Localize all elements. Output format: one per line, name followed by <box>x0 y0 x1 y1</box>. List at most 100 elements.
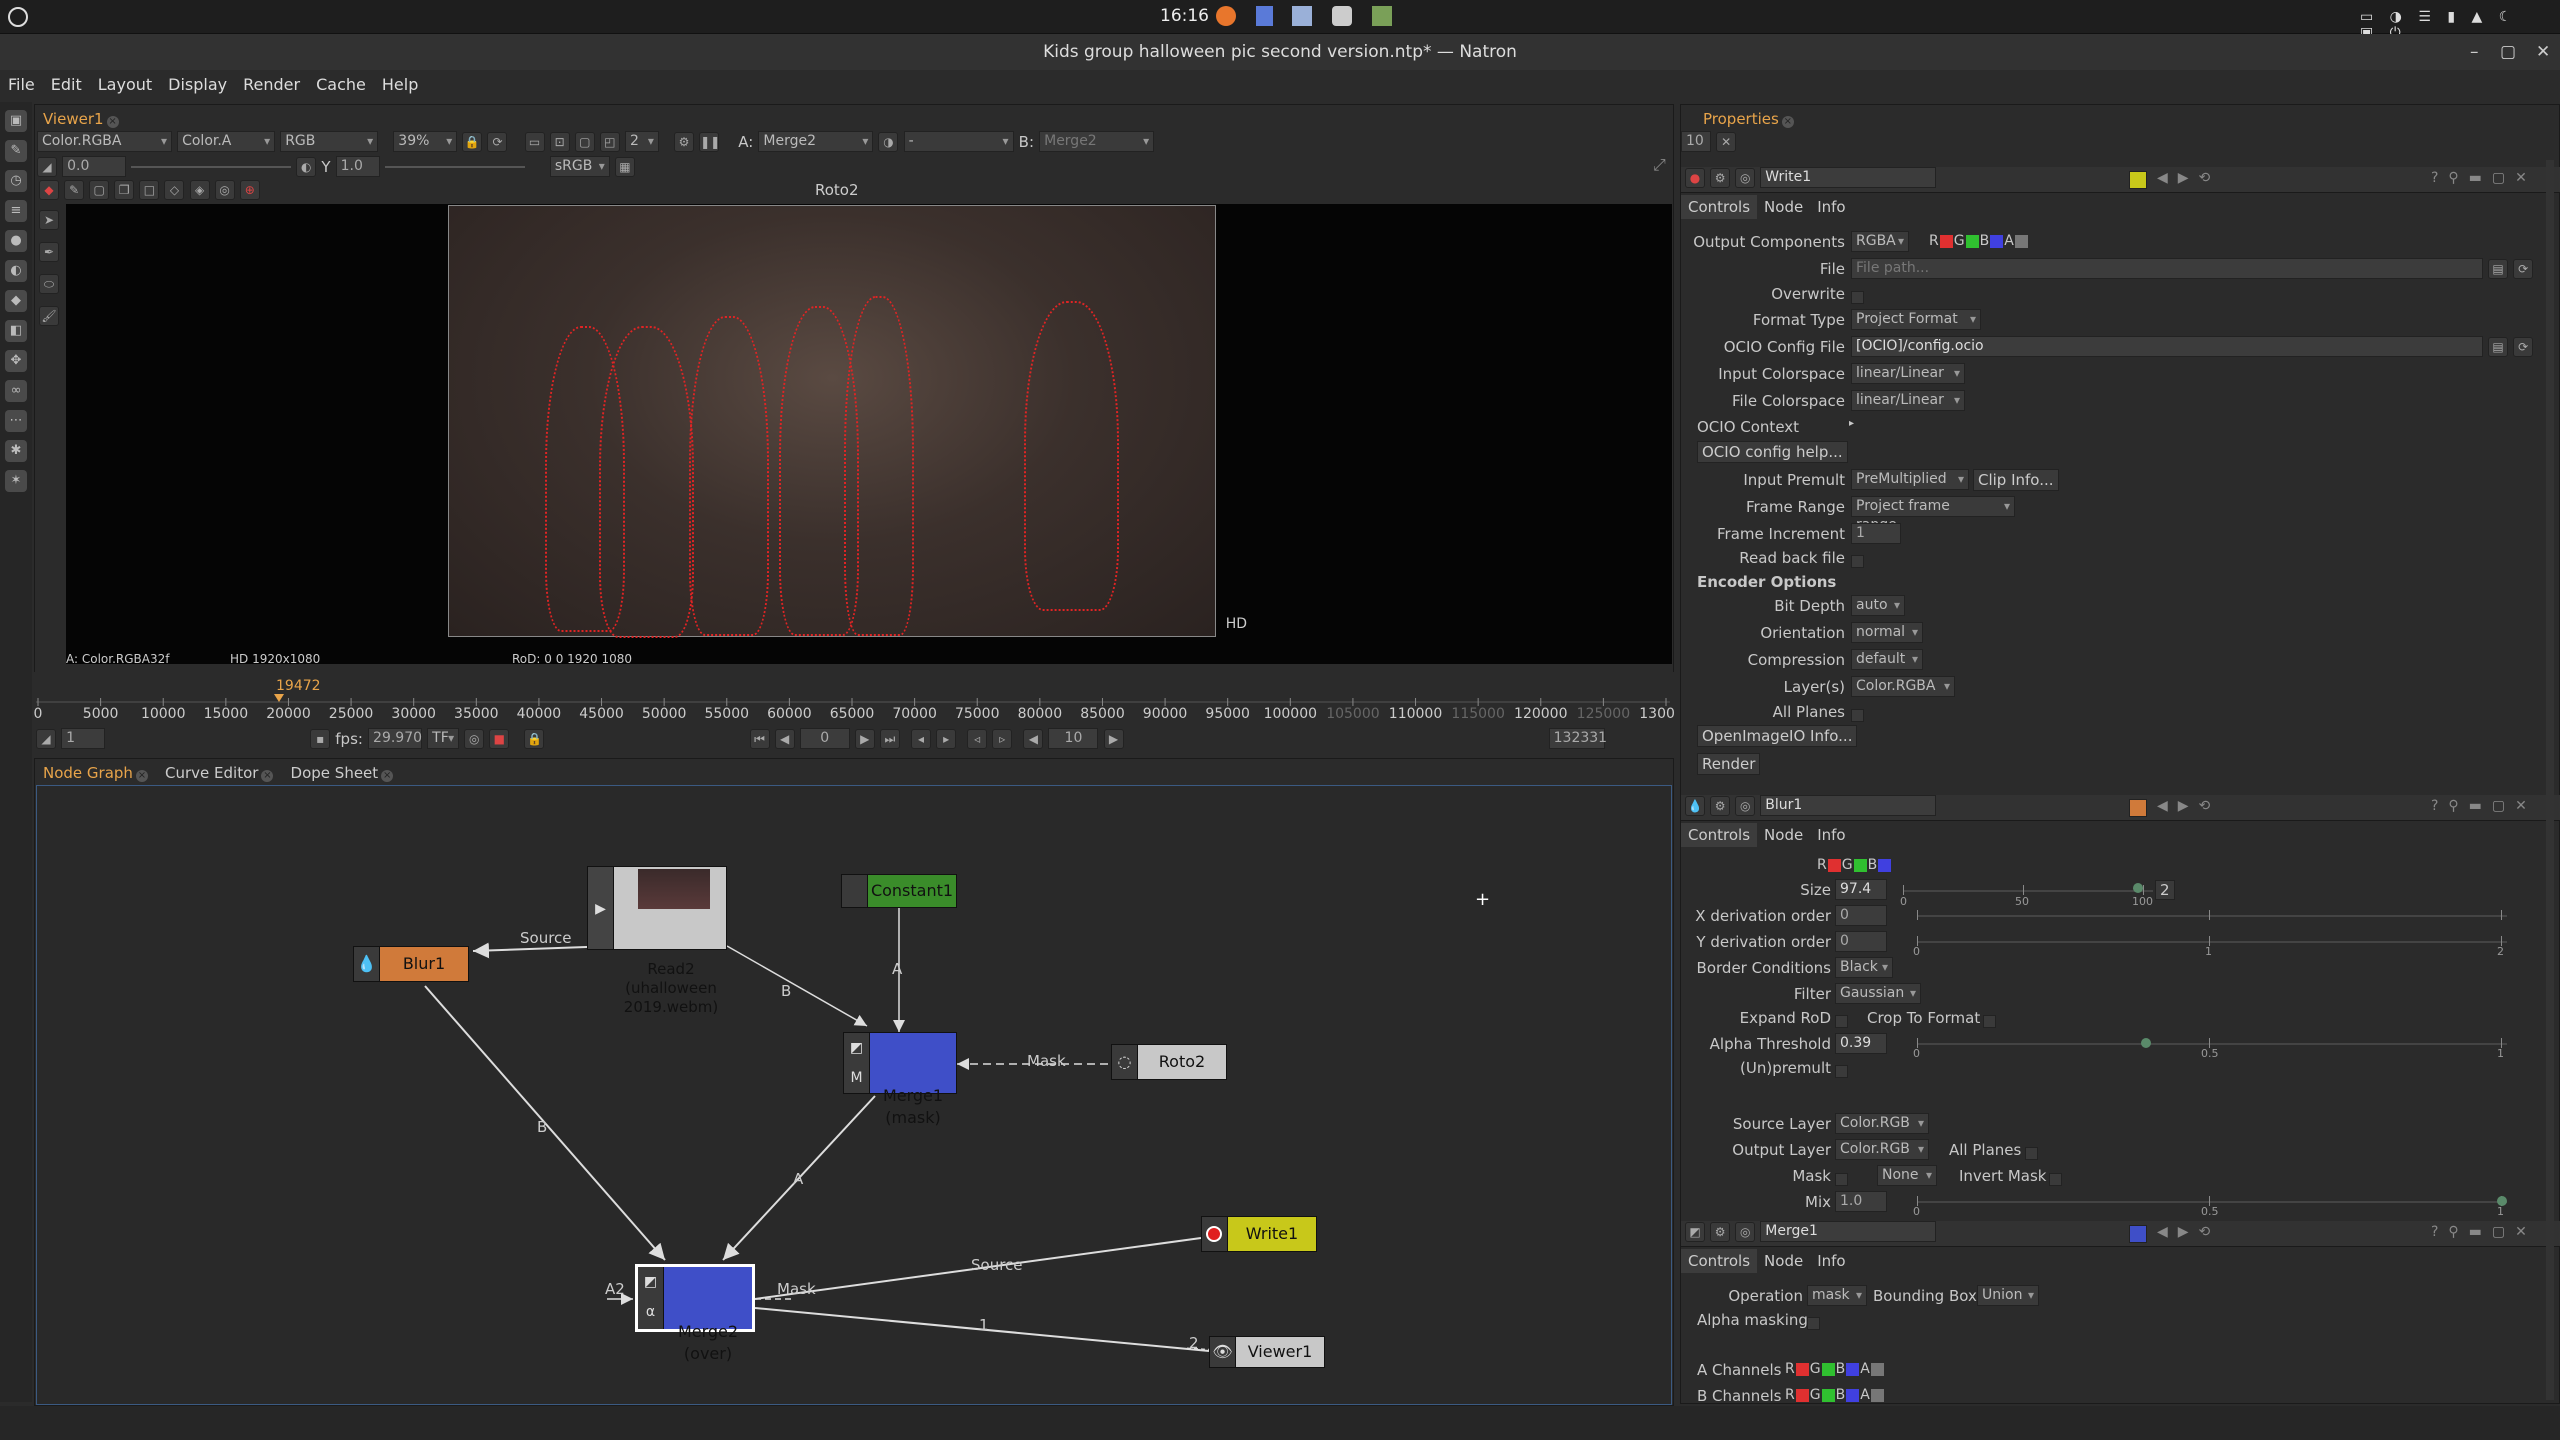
subtab-info[interactable]: Info <box>1810 1249 1852 1273</box>
operation-select[interactable]: mask <box>1807 1285 1867 1306</box>
refresh-icon[interactable]: ⟳ <box>487 131 508 152</box>
transform-toolset-icon[interactable]: ✥ <box>5 350 27 372</box>
roto-shape-3[interactable] <box>689 316 769 636</box>
keyer-toolset-icon[interactable]: ◆ <box>5 290 27 312</box>
mask-select[interactable]: None <box>1877 1165 1937 1186</box>
checkerboard-icon[interactable]: ▦ <box>614 156 635 177</box>
roto-ripple-icon[interactable]: ◎ <box>214 179 235 200</box>
a-input-select[interactable]: Merge2 <box>758 131 874 152</box>
pause-icon[interactable]: ❚❚ <box>699 131 720 152</box>
expand-arrow-icon[interactable]: ▸ <box>1849 418 1854 429</box>
display-channels-select[interactable]: RGB <box>280 131 379 152</box>
droplet-icon[interactable]: 💧 <box>1685 795 1705 816</box>
brush-tool-icon[interactable]: 🖌 <box>39 306 59 326</box>
document-icon[interactable] <box>1256 6 1273 26</box>
roto-feather-icon[interactable]: ◈ <box>189 179 210 200</box>
roto-shape-2[interactable] <box>599 326 694 638</box>
menu-layout[interactable]: Layout <box>90 70 160 100</box>
output-channel-toggles[interactable]: RGBA <box>1929 233 2029 249</box>
proxy-icon[interactable]: ◰ <box>599 131 620 152</box>
mix-field[interactable]: 1.0 <box>1835 1191 1887 1212</box>
close-tab-icon[interactable]: × <box>261 770 274 782</box>
natron-icon[interactable] <box>1332 6 1352 26</box>
first-frame-icon[interactable]: ⏮ <box>749 728 770 749</box>
node-name-field[interactable]: Write1 <box>1760 167 1937 188</box>
file-colorspace-select[interactable]: linear/Linear <box>1851 390 1965 411</box>
zoom-select[interactable]: 39% <box>393 131 458 152</box>
node-color-swatch[interactable] <box>2129 171 2147 189</box>
extra-toolset-icon[interactable]: ✶ <box>5 470 27 492</box>
overwrite-checkbox[interactable] <box>1851 291 1864 304</box>
node-viewer1[interactable]: 👁 Viewer1 <box>1209 1336 1325 1368</box>
audio-icon[interactable]: ◎ <box>464 728 485 749</box>
y-derivation-slider[interactable] <box>1917 941 2507 943</box>
undo-redo-icons[interactable]: ◀▶⟲ <box>2157 798 2220 814</box>
gamma-toggle-icon[interactable]: ◐ <box>296 156 317 177</box>
node-merge1[interactable]: ◩ M Merge1 (mask) <box>843 1032 957 1127</box>
panel-window-icons[interactable]: ?⚲▬▢✕ <box>2431 1224 2537 1240</box>
menu-help[interactable]: Help <box>374 70 426 100</box>
center-icon[interactable]: ◎ <box>1735 1221 1756 1242</box>
other-toolset-icon[interactable]: ⋯ <box>5 410 27 432</box>
input-premult-select[interactable]: PreMultiplied <box>1851 469 1969 490</box>
timecode-select[interactable]: TF <box>427 728 460 749</box>
roto-copy-icon[interactable]: ❐ <box>114 179 135 200</box>
step-forward-icon[interactable]: ▶ <box>1103 728 1124 749</box>
time-toolset-icon[interactable]: ◷ <box>5 170 27 192</box>
orientation-select[interactable]: normal <box>1851 622 1923 643</box>
tab-properties[interactable]: Properties × <box>1681 107 1800 131</box>
prev-keyframe-icon[interactable]: ◃ <box>967 728 988 749</box>
y-derivation-field[interactable]: 0 <box>1835 931 1887 952</box>
fps-field[interactable]: 29.970 <box>368 728 423 749</box>
input-colorspace-select[interactable]: linear/Linear <box>1851 363 1965 384</box>
node-color-swatch[interactable] <box>2129 799 2147 817</box>
subtab-node[interactable]: Node <box>1757 823 1810 847</box>
close-tab-icon[interactable]: × <box>135 770 148 782</box>
close-tab-icon[interactable]: × <box>1781 116 1794 128</box>
end-frame-field[interactable]: 132331 <box>1548 728 1607 749</box>
fullscreen-icon[interactable]: ⤢ <box>1653 155 1669 174</box>
notes-icon[interactable] <box>1372 6 1392 26</box>
tab-curve-editor[interactable]: Curve Editor × <box>159 761 279 785</box>
timeline-ruler[interactable]: 0 5000 10000 15000 20000 25000 30000 35000 40000… <box>34 672 1674 720</box>
size-field[interactable]: 97.4 <box>1835 879 1887 900</box>
alpha-threshold-slider[interactable] <box>1917 1043 2507 1045</box>
layers-select[interactable]: Color.RGBA <box>1851 676 1955 697</box>
tray-icons[interactable]: ▭ ◑ ☰ ▮ ▲ ☾ ▣ ⏻ <box>2360 9 2540 41</box>
views-toolset-icon[interactable]: ∞ <box>5 380 27 402</box>
b-input-select[interactable]: Merge2 <box>1039 131 1155 152</box>
border-conditions-select[interactable]: Black <box>1835 957 1893 978</box>
system-menu-icon[interactable] <box>8 7 28 27</box>
color-toolset-icon[interactable]: ● <box>5 230 27 252</box>
gain-field[interactable]: 0.0 <box>62 156 127 177</box>
menu-file[interactable]: File <box>0 70 43 100</box>
image-toolset-icon[interactable]: ▣ <box>5 110 27 132</box>
region-icon[interactable]: ▢ <box>574 131 595 152</box>
expand-rod-checkbox[interactable] <box>1835 1015 1848 1028</box>
subtab-info[interactable]: Info <box>1810 823 1852 847</box>
ocio-help-button[interactable]: OCIO config help... <box>1697 441 1848 463</box>
gmic-toolset-icon[interactable]: ✱ <box>5 440 27 462</box>
format-type-select[interactable]: Project Format <box>1851 309 1981 330</box>
node-constant1[interactable]: Constant1 <box>841 874 957 908</box>
roto-square-icon[interactable]: □ <box>139 179 160 200</box>
render-icon[interactable]: ⚙ <box>674 131 695 152</box>
gamma-slider[interactable] <box>384 165 525 168</box>
size-slider-handle[interactable] <box>2133 883 2143 893</box>
roto-diamond-icon[interactable]: ◇ <box>164 179 185 200</box>
render-button[interactable]: Render <box>1697 753 1761 775</box>
all-planes-checkbox[interactable] <box>1851 709 1864 722</box>
roto-autokey-icon[interactable]: ⊕ <box>239 179 260 200</box>
panel-window-icons[interactable]: ?⚲▬▢✕ <box>2431 170 2537 186</box>
lock-icon[interactable]: 🔒 <box>462 131 483 152</box>
ocio-config-input[interactable]: [OCIO]/config.ocio <box>1851 336 2483 357</box>
menu-render[interactable]: Render <box>235 70 308 100</box>
x-derivation-slider[interactable] <box>1917 915 2507 917</box>
size-slider[interactable] <box>1903 890 2153 892</box>
tab-viewer1[interactable]: Viewer1 × <box>37 107 125 131</box>
node-roto2[interactable]: ◌ Roto2 <box>1111 1044 1227 1080</box>
close-tab-icon[interactable]: × <box>381 770 394 782</box>
compression-select[interactable]: default <box>1851 649 1923 670</box>
folder-icon[interactable]: ▤ <box>2488 258 2509 279</box>
read-back-checkbox[interactable] <box>1851 555 1864 568</box>
